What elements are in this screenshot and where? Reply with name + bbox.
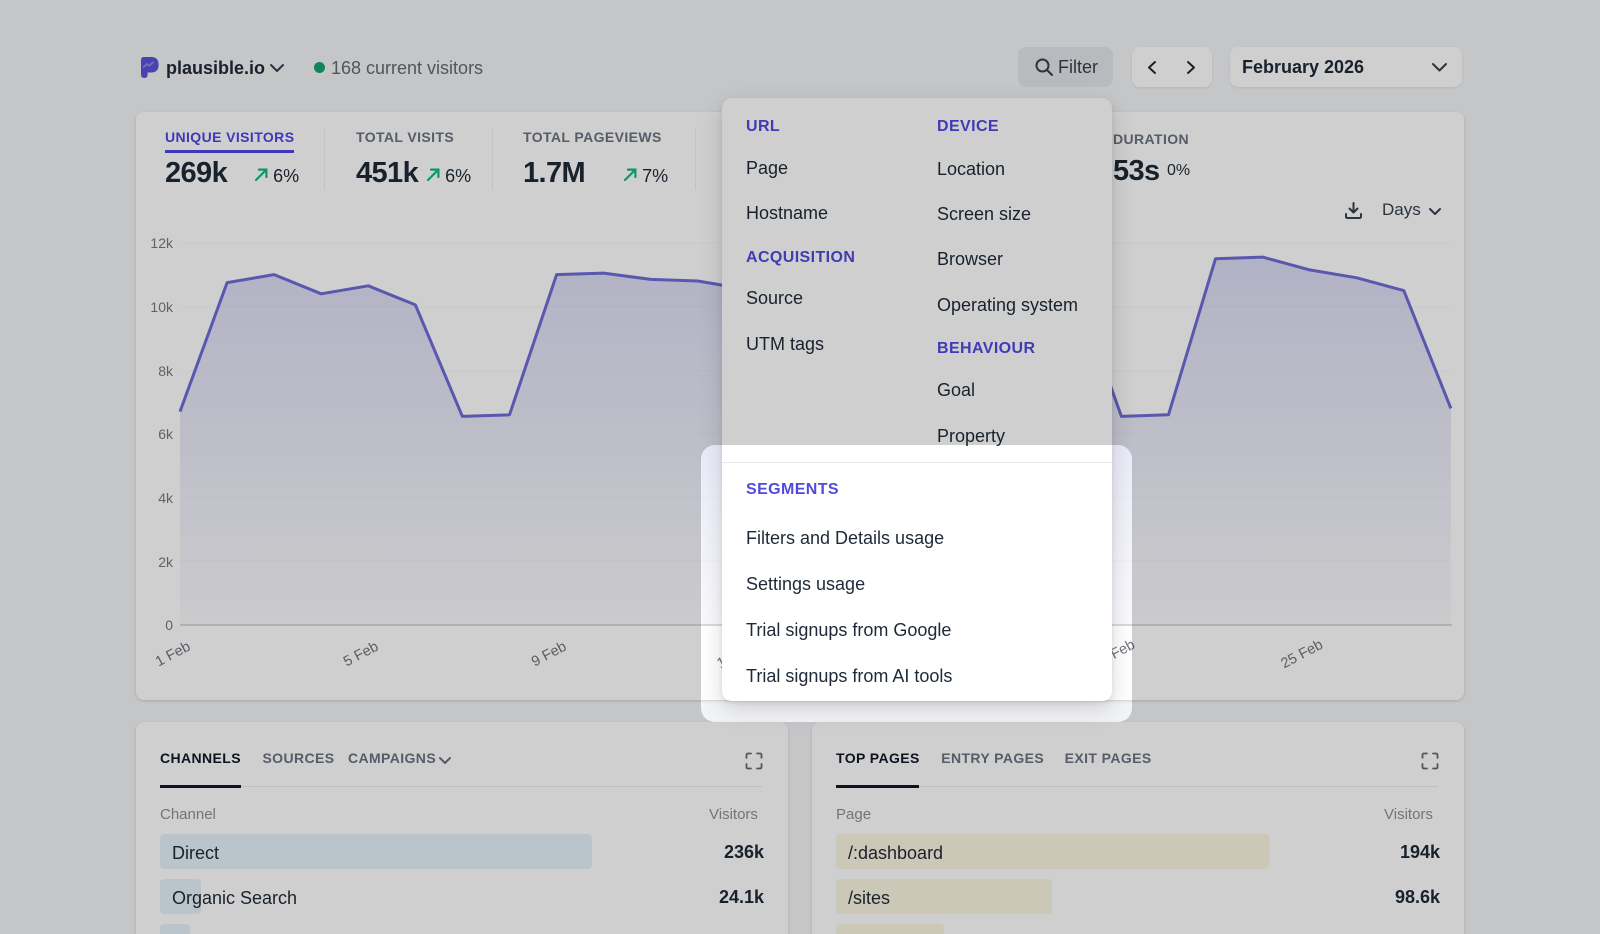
svg-text:10k: 10k [150,299,174,315]
svg-text:9 Feb: 9 Feb [529,639,569,671]
svg-text:6k: 6k [158,426,174,442]
svg-text:2k: 2k [158,554,174,570]
svg-text:4k: 4k [158,490,174,506]
svg-text:8k: 8k [158,363,174,379]
svg-text:1 Feb: 1 Feb [153,639,193,671]
svg-text:0: 0 [165,617,173,633]
svg-text:12k: 12k [150,235,174,251]
svg-text:5 Feb: 5 Feb [341,639,381,671]
svg-text:25 Feb: 25 Feb [1278,637,1325,672]
